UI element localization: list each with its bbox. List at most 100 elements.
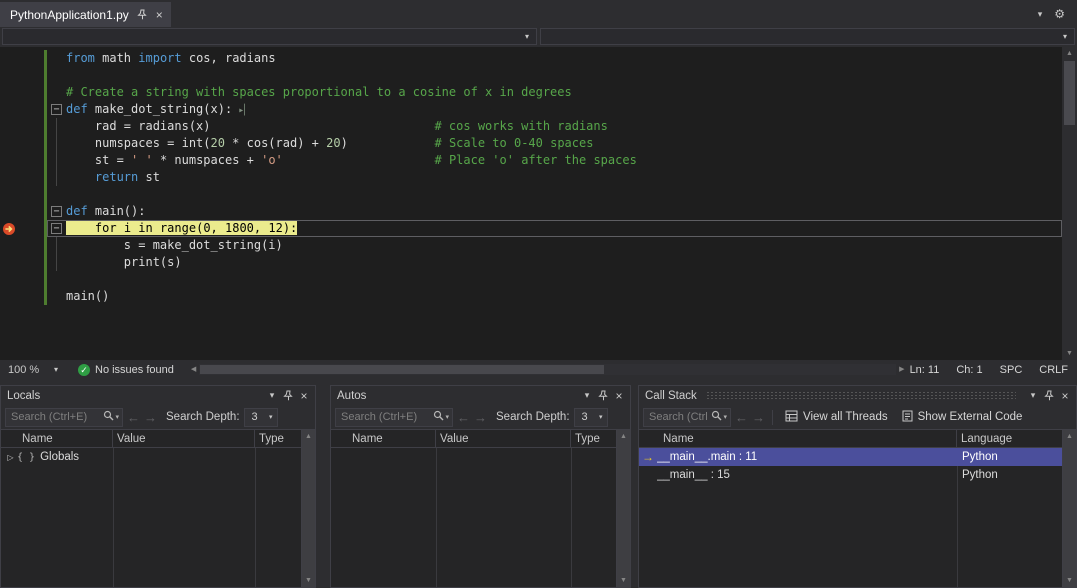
close-icon[interactable]: × (296, 388, 312, 404)
breakpoint-margin[interactable] (0, 67, 20, 84)
search-input[interactable] (649, 411, 711, 423)
search-prev-icon[interactable]: ← (457, 410, 470, 425)
pin-icon[interactable] (595, 388, 611, 404)
code-health-indicator[interactable]: ✓ No issues found (64, 364, 186, 376)
code-line[interactable]: print(s) (0, 254, 1062, 271)
search-input[interactable] (341, 411, 433, 423)
call-stack-grid-body[interactable]: → __main__.main : 11 Python __main__ : 1… (639, 448, 1062, 587)
scroll-up-icon[interactable]: ▲ (1066, 49, 1073, 58)
zoom-control[interactable]: 100 % ▾ (0, 364, 64, 376)
code-line[interactable]: main() (0, 288, 1062, 305)
scrollbar-track[interactable] (1062, 58, 1077, 349)
column-header-name[interactable]: Name (331, 430, 436, 447)
code-line[interactable]: from math import cos, radians (0, 50, 1062, 67)
autos-grid-body[interactable] (331, 448, 616, 587)
window-position-icon[interactable]: ▾ (579, 388, 595, 404)
types-dropdown[interactable]: ▾ (2, 28, 537, 45)
active-files-chevron-icon[interactable]: ▾ (1038, 9, 1043, 20)
breakpoint-margin[interactable] (0, 237, 20, 254)
collapse-toggle-icon[interactable]: − (51, 104, 62, 115)
search-prev-icon[interactable]: ← (735, 410, 748, 425)
column-header-value[interactable]: Value (436, 430, 571, 447)
search-box[interactable]: ▾ (5, 408, 123, 427)
table-row[interactable]: ▷ { } Globals (1, 448, 301, 466)
code-line[interactable] (0, 67, 1062, 84)
scroll-up-icon[interactable]: ▲ (305, 432, 312, 441)
fold-margin[interactable]: − (47, 203, 66, 220)
scrollbar-thumb[interactable] (200, 365, 604, 374)
column-header-name[interactable]: Name (1, 430, 113, 447)
breakpoint-margin[interactable] (0, 152, 20, 169)
scroll-down-icon[interactable]: ▼ (1066, 576, 1073, 585)
autos-title-bar[interactable]: Autos ▾ × (331, 386, 630, 405)
scrollbar-thumb[interactable] (1064, 61, 1075, 125)
document-tab[interactable]: PythonApplication1.py × (0, 2, 171, 27)
members-dropdown[interactable]: ▾ (540, 28, 1075, 45)
search-next-icon[interactable]: → (144, 410, 157, 425)
locals-grid-body[interactable]: ▷ { } Globals (1, 448, 301, 587)
scroll-down-icon[interactable]: ▼ (305, 576, 312, 585)
pin-icon[interactable] (280, 388, 296, 404)
code-line[interactable]: −def make_dot_string(x): ▸▏ (0, 101, 1062, 118)
close-icon[interactable]: × (156, 9, 163, 21)
scroll-down-icon[interactable]: ▼ (620, 576, 627, 585)
breakpoint-margin[interactable] (0, 118, 20, 135)
code-line[interactable]: numspaces = int(20 * cos(rad) + 20) # Sc… (0, 135, 1062, 152)
breakpoint-margin[interactable] (0, 186, 20, 203)
search-depth-dropdown[interactable]: 3 ▾ (574, 408, 608, 427)
close-icon[interactable]: × (1057, 388, 1073, 404)
vertical-scrollbar[interactable]: ▲ ▼ (616, 430, 630, 587)
collapse-toggle-icon[interactable]: − (51, 223, 62, 234)
column-header-name[interactable]: Name (639, 430, 957, 447)
search-next-icon[interactable]: → (752, 410, 765, 425)
collapse-toggle-icon[interactable]: − (51, 206, 62, 217)
editor-horizontal-scrollbar[interactable]: ◀ ▶ (186, 364, 910, 375)
view-all-threads-button[interactable]: View all Threads (780, 407, 893, 428)
code-editor[interactable]: from math import cos, radians # Create a … (0, 47, 1062, 360)
code-line[interactable]: − for i in range(0, 1800, 12): (0, 220, 1062, 237)
scroll-up-icon[interactable]: ▲ (620, 432, 627, 441)
search-prev-icon[interactable]: ← (127, 410, 140, 425)
search-icon[interactable] (103, 408, 114, 426)
search-depth-dropdown[interactable]: 3 ▾ (244, 408, 278, 427)
code-line[interactable]: rad = radians(x) # cos works with radian… (0, 118, 1062, 135)
search-icon[interactable] (433, 408, 444, 426)
fold-margin[interactable]: − (47, 101, 66, 118)
code-line[interactable]: s = make_dot_string(i) (0, 237, 1062, 254)
call-stack-title-bar[interactable]: Call Stack ▾ × (639, 386, 1076, 405)
line-ending-indicator[interactable]: CRLF (1039, 364, 1068, 376)
code-line[interactable]: return st (0, 169, 1062, 186)
expander-icon[interactable]: ▷ (4, 453, 17, 462)
vertical-scrollbar[interactable]: ▲ ▼ (301, 430, 315, 587)
scroll-down-icon[interactable]: ▼ (1066, 349, 1073, 358)
breakpoint-margin[interactable] (0, 101, 20, 118)
search-box[interactable]: ▾ (643, 408, 731, 427)
window-position-icon[interactable]: ▾ (264, 388, 280, 404)
call-stack-frame-current[interactable]: → __main__.main : 11 Python (639, 448, 1062, 466)
editor-vertical-scrollbar[interactable]: ▲ ▼ (1062, 47, 1077, 360)
code-line[interactable]: # Create a string with spaces proportion… (0, 84, 1062, 101)
column-header-value[interactable]: Value (113, 430, 255, 447)
breakpoint-margin[interactable] (0, 169, 20, 186)
window-options-gear-icon[interactable]: ⚙ (1054, 7, 1065, 21)
locals-title-bar[interactable]: Locals ▾ × (1, 386, 315, 405)
show-external-code-button[interactable]: Show External Code (897, 407, 1028, 428)
code-line[interactable] (0, 186, 1062, 203)
window-position-icon[interactable]: ▾ (1025, 388, 1041, 404)
breakpoint-margin[interactable] (0, 50, 20, 67)
code-line[interactable]: st = ' ' * numspaces + 'o' # Place 'o' a… (0, 152, 1062, 169)
search-box[interactable]: ▾ (335, 408, 453, 427)
code-line[interactable] (0, 271, 1062, 288)
column-header-type[interactable]: Type (571, 430, 616, 447)
breakpoint-margin[interactable] (0, 84, 20, 101)
close-icon[interactable]: × (611, 388, 627, 404)
pin-icon[interactable] (1041, 388, 1057, 404)
search-input[interactable] (11, 411, 103, 423)
scroll-up-icon[interactable]: ▲ (1066, 432, 1073, 441)
breakpoint-margin[interactable] (0, 203, 20, 220)
breakpoint-margin[interactable] (0, 288, 20, 305)
call-stack-frame[interactable]: __main__ : 15 Python (639, 466, 1062, 484)
fold-margin[interactable]: − (47, 220, 66, 237)
pin-icon[interactable] (137, 9, 148, 20)
space-mode-indicator[interactable]: SPC (1000, 364, 1023, 376)
